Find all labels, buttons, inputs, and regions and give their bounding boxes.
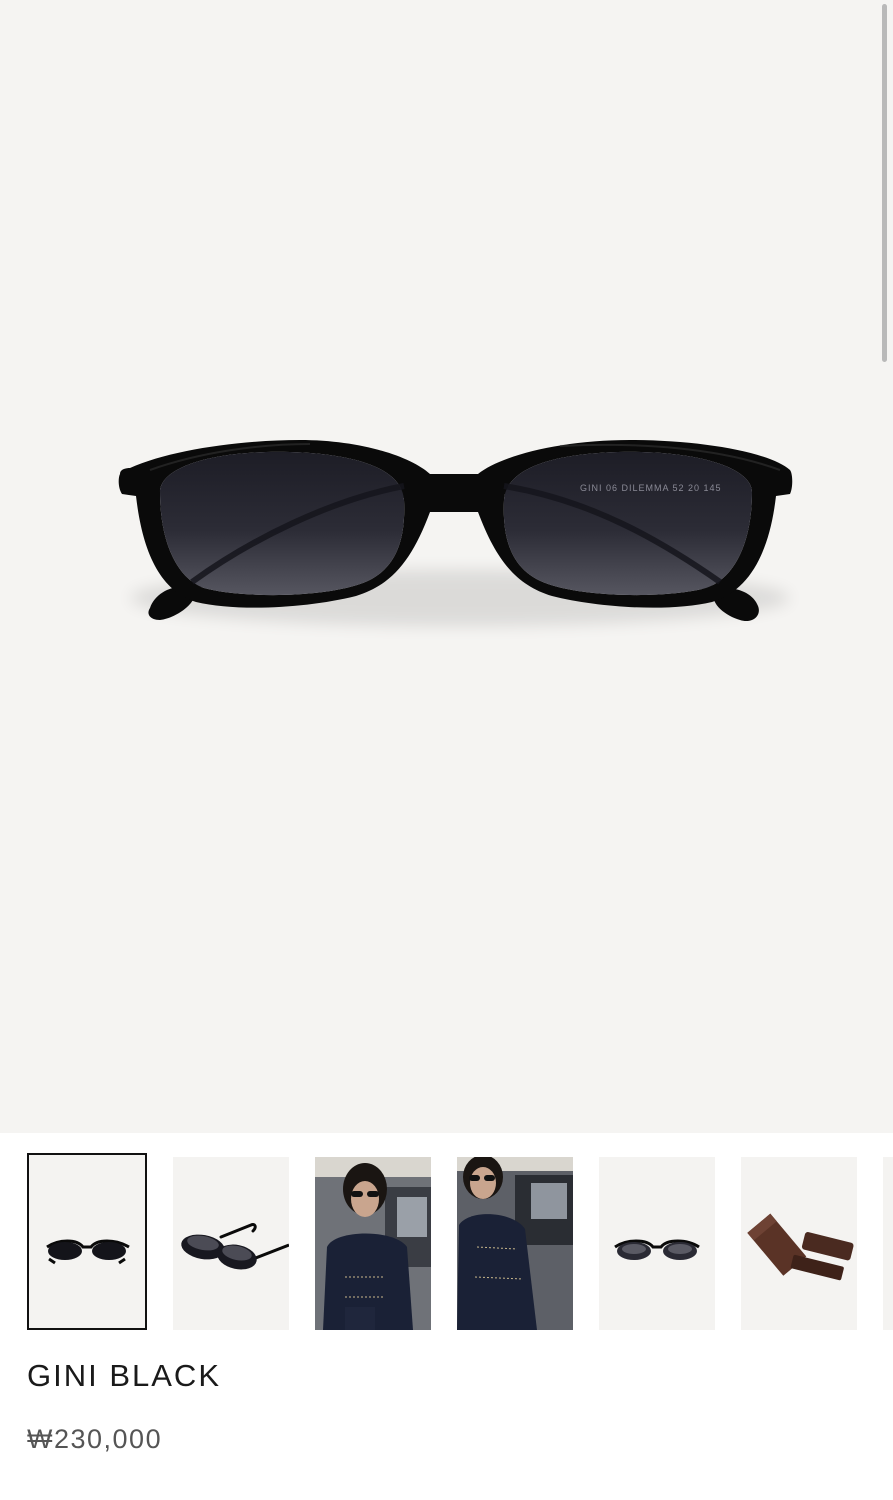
arm-engraving: GINI 06 DILEMMA 52 20 145 bbox=[580, 483, 722, 493]
thumbnail-more[interactable] bbox=[883, 1157, 893, 1330]
sunglasses-thumb-icon bbox=[46, 1239, 130, 1265]
thumbnail-side[interactable] bbox=[173, 1157, 289, 1330]
thumbnail-model-lifestyle[interactable] bbox=[315, 1157, 431, 1330]
product-price: ₩230,000 bbox=[27, 1424, 163, 1454]
thumbnail-gallery[interactable] bbox=[0, 1133, 893, 1348]
thumbnail-front[interactable] bbox=[27, 1153, 147, 1330]
thumbnail-case-packaging[interactable] bbox=[741, 1157, 857, 1330]
page-scrollbar[interactable] bbox=[882, 4, 887, 362]
case-icon bbox=[747, 1213, 854, 1281]
product-hero-image[interactable]: GINI 06 DILEMMA 52 20 145 bbox=[0, 0, 893, 1133]
thumbnail-model-closeup[interactable] bbox=[457, 1157, 573, 1330]
thumbnail-front-alt[interactable] bbox=[599, 1157, 715, 1330]
sunglasses-thumb-icon bbox=[181, 1223, 289, 1270]
sunglasses-thumb-icon bbox=[614, 1239, 700, 1260]
model-photo-icon bbox=[315, 1157, 431, 1330]
sunglasses-image: GINI 06 DILEMMA 52 20 145 bbox=[118, 440, 793, 626]
product-name: GINI BLACK bbox=[27, 1358, 221, 1393]
model-photo-icon bbox=[457, 1157, 573, 1330]
